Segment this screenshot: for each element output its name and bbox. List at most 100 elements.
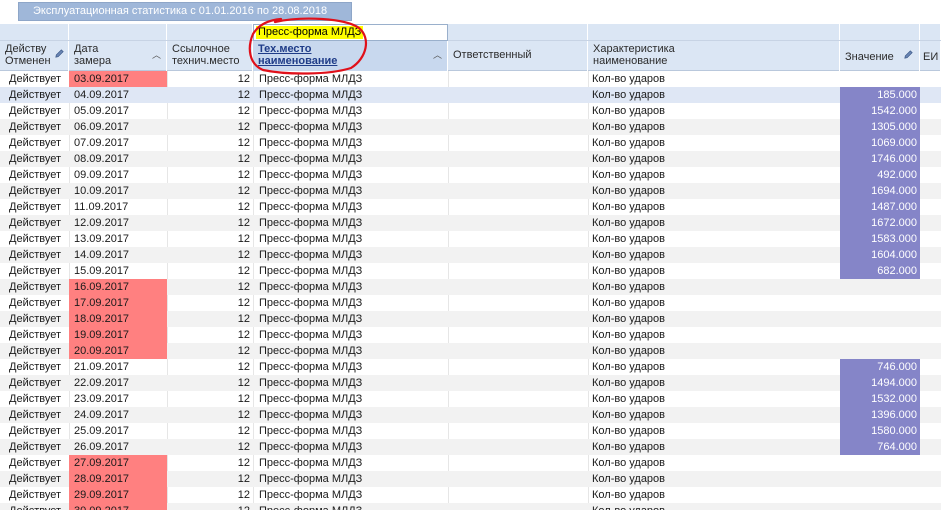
name-cell[interactable]: Пресс-форма МЛДЗ xyxy=(253,295,448,311)
status-cell[interactable]: Действует xyxy=(0,183,69,199)
table-row[interactable]: Действует 28.09.2017 12 Пресс-форма МЛДЗ Кол… xyxy=(0,471,941,487)
table-row[interactable]: Действует 17.09.2017 12 Пресс-форма МЛДЗ Кол… xyxy=(0,295,941,311)
characteristic-cell[interactable]: Кол-во ударов xyxy=(588,199,840,215)
filter-cell-value[interactable] xyxy=(840,24,920,40)
unit-cell[interactable] xyxy=(920,215,941,231)
characteristic-cell[interactable]: Кол-во ударов xyxy=(588,359,840,375)
ref-place-cell[interactable]: 12 xyxy=(167,471,253,487)
status-cell[interactable]: Действует xyxy=(0,439,69,455)
unit-cell[interactable] xyxy=(920,231,941,247)
ref-place-cell[interactable]: 12 xyxy=(167,439,253,455)
ref-place-cell[interactable]: 12 xyxy=(167,423,253,439)
status-cell[interactable]: Действует xyxy=(0,151,69,167)
unit-cell[interactable] xyxy=(920,183,941,199)
unit-cell[interactable] xyxy=(920,423,941,439)
responsible-cell[interactable] xyxy=(448,407,588,423)
status-cell[interactable]: Действует xyxy=(0,87,69,103)
value-cell[interactable]: 1305.000 xyxy=(840,119,920,135)
name-cell[interactable]: Пресс-форма МЛДЗ xyxy=(253,343,448,359)
table-row[interactable]: Действует 03.09.2017 12 Пресс-форма МЛДЗ Кол… xyxy=(0,71,941,87)
column-header-status[interactable]: Действу Отменен xyxy=(0,41,69,71)
ref-place-cell[interactable]: 12 xyxy=(167,135,253,151)
responsible-cell[interactable] xyxy=(448,279,588,295)
date-cell[interactable]: 11.09.2017 xyxy=(69,199,167,215)
characteristic-cell[interactable]: Кол-во ударов xyxy=(588,215,840,231)
name-cell[interactable]: Пресс-форма МЛДЗ xyxy=(253,183,448,199)
name-cell[interactable]: Пресс-форма МЛДЗ xyxy=(253,487,448,503)
name-cell[interactable]: Пресс-форма МЛДЗ xyxy=(253,439,448,455)
filter-cell-resp[interactable] xyxy=(448,24,588,40)
date-cell[interactable]: 29.09.2017 xyxy=(69,487,167,503)
characteristic-cell[interactable]: Кол-во ударов xyxy=(588,71,840,87)
date-cell[interactable]: 26.09.2017 xyxy=(69,439,167,455)
date-cell[interactable]: 15.09.2017 xyxy=(69,263,167,279)
value-cell[interactable]: 1580.000 xyxy=(840,423,920,439)
status-cell[interactable]: Действует xyxy=(0,503,69,510)
unit-cell[interactable] xyxy=(920,327,941,343)
name-cell[interactable]: Пресс-форма МЛДЗ xyxy=(253,391,448,407)
responsible-cell[interactable] xyxy=(448,263,588,279)
date-cell[interactable]: 12.09.2017 xyxy=(69,215,167,231)
characteristic-cell[interactable]: Кол-во ударов xyxy=(588,103,840,119)
table-row[interactable]: Действует 10.09.2017 12 Пресс-форма МЛДЗ Кол… xyxy=(0,183,941,199)
date-cell[interactable]: 10.09.2017 xyxy=(69,183,167,199)
table-row[interactable]: Действует 07.09.2017 12 Пресс-форма МЛДЗ Кол… xyxy=(0,135,941,151)
name-cell[interactable]: Пресс-форма МЛДЗ xyxy=(253,279,448,295)
ref-place-cell[interactable]: 12 xyxy=(167,295,253,311)
unit-cell[interactable] xyxy=(920,103,941,119)
table-row[interactable]: Действует 04.09.2017 12 Пресс-форма МЛДЗ Кол… xyxy=(0,87,941,103)
unit-cell[interactable] xyxy=(920,503,941,510)
responsible-cell[interactable] xyxy=(448,423,588,439)
ref-place-cell[interactable]: 12 xyxy=(167,215,253,231)
status-cell[interactable]: Действует xyxy=(0,375,69,391)
table-row[interactable]: Действует 25.09.2017 12 Пресс-форма МЛДЗ Кол… xyxy=(0,423,941,439)
value-cell[interactable]: 1396.000 xyxy=(840,407,920,423)
column-header-unit[interactable]: ЕИ xyxy=(920,41,941,71)
responsible-cell[interactable] xyxy=(448,343,588,359)
date-cell[interactable]: 30.09.2017 xyxy=(69,503,167,510)
column-header-char[interactable]: Характеристика наименование xyxy=(588,41,840,71)
name-cell[interactable]: Пресс-форма МЛДЗ xyxy=(253,375,448,391)
characteristic-cell[interactable]: Кол-во ударов xyxy=(588,503,840,510)
value-cell[interactable]: 1487.000 xyxy=(840,199,920,215)
characteristic-cell[interactable]: Кол-во ударов xyxy=(588,167,840,183)
pencil-icon[interactable] xyxy=(903,49,914,60)
responsible-cell[interactable] xyxy=(448,199,588,215)
value-cell[interactable] xyxy=(840,279,920,295)
table-row[interactable]: Действует 13.09.2017 12 Пресс-форма МЛДЗ Кол… xyxy=(0,231,941,247)
name-cell[interactable]: Пресс-форма МЛДЗ xyxy=(253,87,448,103)
ref-place-cell[interactable]: 12 xyxy=(167,455,253,471)
status-cell[interactable]: Действует xyxy=(0,311,69,327)
date-cell[interactable]: 27.09.2017 xyxy=(69,455,167,471)
unit-cell[interactable] xyxy=(920,407,941,423)
responsible-cell[interactable] xyxy=(448,295,588,311)
status-cell[interactable]: Действует xyxy=(0,263,69,279)
unit-cell[interactable] xyxy=(920,359,941,375)
status-cell[interactable]: Действует xyxy=(0,391,69,407)
responsible-cell[interactable] xyxy=(448,311,588,327)
ref-place-cell[interactable]: 12 xyxy=(167,119,253,135)
ref-place-cell[interactable]: 12 xyxy=(167,503,253,510)
status-cell[interactable]: Действует xyxy=(0,471,69,487)
pencil-icon[interactable] xyxy=(54,48,65,59)
ref-place-cell[interactable]: 12 xyxy=(167,167,253,183)
responsible-cell[interactable] xyxy=(448,375,588,391)
name-cell[interactable]: Пресс-форма МЛДЗ xyxy=(253,311,448,327)
value-cell[interactable]: 1542.000 xyxy=(840,103,920,119)
date-cell[interactable]: 04.09.2017 xyxy=(69,87,167,103)
characteristic-cell[interactable]: Кол-во ударов xyxy=(588,231,840,247)
characteristic-cell[interactable]: Кол-во ударов xyxy=(588,247,840,263)
responsible-cell[interactable] xyxy=(448,455,588,471)
name-cell[interactable]: Пресс-форма МЛДЗ xyxy=(253,103,448,119)
characteristic-cell[interactable]: Кол-во ударов xyxy=(588,151,840,167)
value-cell[interactable]: 1746.000 xyxy=(840,151,920,167)
status-cell[interactable]: Действует xyxy=(0,119,69,135)
name-cell[interactable]: Пресс-форма МЛДЗ xyxy=(253,423,448,439)
responsible-cell[interactable] xyxy=(448,71,588,87)
responsible-cell[interactable] xyxy=(448,439,588,455)
ref-place-cell[interactable]: 12 xyxy=(167,391,253,407)
responsible-cell[interactable] xyxy=(448,87,588,103)
status-cell[interactable]: Действует xyxy=(0,247,69,263)
ref-place-cell[interactable]: 12 xyxy=(167,359,253,375)
unit-cell[interactable] xyxy=(920,247,941,263)
